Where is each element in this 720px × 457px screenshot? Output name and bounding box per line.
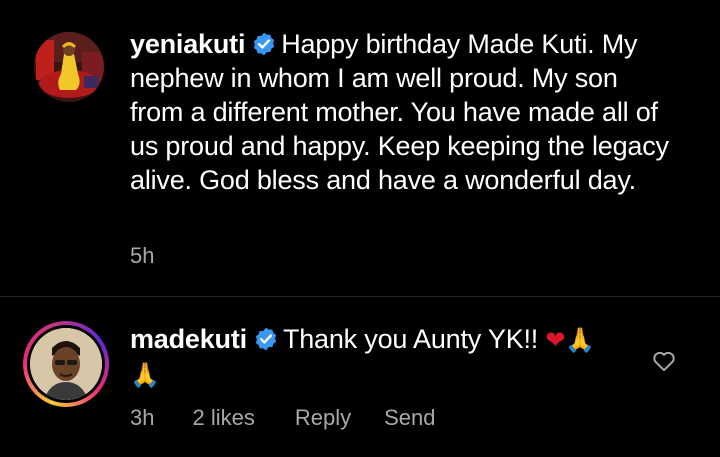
profile-photo-icon [30,328,102,400]
profile-photo-icon [34,32,104,102]
red-heart-emoji: ❤ [545,326,566,354]
verified-badge-icon [254,32,275,56]
comment-meta: 5h [130,243,154,269]
comment-madekuti: madekuti Thank you Aunty YK!! ❤🙏 🙏 3h 2 l… [0,297,720,457]
comment-body: yeniakuti Happy birthday Made Kuti. My ne… [130,27,670,197]
avatar[interactable] [30,328,102,400]
username[interactable]: madekuti [130,324,247,354]
comment-yeniakuti: yeniakuti Happy birthday Made Kuti. My ne… [0,0,720,296]
verified-badge-icon [255,327,277,351]
comment-meta: 3h 2 likes Reply Send [130,405,435,431]
reply-button[interactable]: Reply [295,405,351,431]
folded-hands-emoji: 🙏 [565,326,596,354]
username[interactable]: yeniakuti [130,29,245,59]
folded-hands-emoji: 🙏 [130,361,160,389]
heart-outline-icon[interactable] [651,348,677,374]
comment-time: 5h [130,243,155,268]
avatar[interactable] [34,32,104,102]
comment-text: Thank you Aunty YK!! [282,324,539,354]
likes-count[interactable]: 2 likes [192,405,254,431]
comment-time: 3h [130,405,155,430]
send-button[interactable]: Send [384,405,435,431]
comment-body: madekuti Thank you Aunty YK!! ❤🙏 🙏 [130,322,630,392]
